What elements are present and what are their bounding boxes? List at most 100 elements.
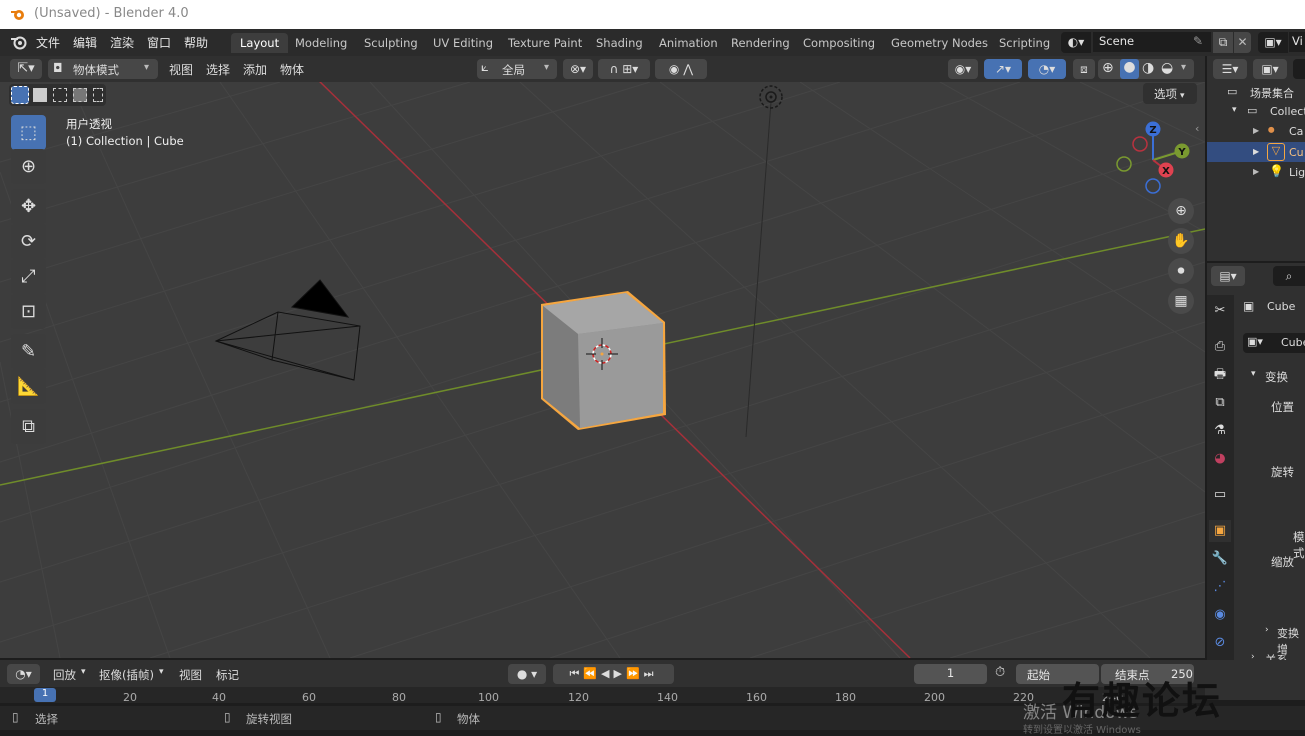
camera-view-icon[interactable]: ⏺ <box>1168 258 1194 284</box>
playback-controls[interactable]: ⏮⏪◀▶⏩⏭ <box>553 664 674 684</box>
select-extend-icon[interactable] <box>33 88 47 102</box>
tool-select-box[interactable]: ⬚ <box>11 115 46 150</box>
search-icon[interactable]: ⌕ <box>1273 266 1305 286</box>
viewport-menu-select[interactable]: 选择 <box>206 61 230 78</box>
select-mode-buttons[interactable] <box>9 84 106 106</box>
gizmo-toggle-icon[interactable]: ↗▾ <box>984 59 1022 79</box>
material-shading-icon[interactable]: ◑ <box>1142 60 1154 76</box>
navigation-gizmo[interactable]: Z Y X <box>1112 118 1194 200</box>
select-invert-icon[interactable] <box>73 88 87 102</box>
tool-rotate[interactable]: ⟳ <box>11 224 46 259</box>
pin-icon[interactable]: ✎ <box>1193 34 1203 48</box>
visibility-icon[interactable]: ◉▾ <box>948 59 978 79</box>
zoom-icon[interactable]: ⊕ <box>1168 198 1194 224</box>
viewport-menu-object[interactable]: 物体 <box>280 61 304 78</box>
transform-section[interactable]: 变换 <box>1265 369 1288 385</box>
scene-selector-icon[interactable]: ◐▾ <box>1061 32 1091 53</box>
modifier-properties-icon[interactable]: 🔧 <box>1209 548 1231 570</box>
collection-properties-icon[interactable]: ▭ <box>1209 484 1231 506</box>
expand-icon[interactable]: ▾ <box>1251 369 1256 379</box>
output-properties-icon[interactable]: 🖶 <box>1209 364 1231 386</box>
overlay-toggle-icon[interactable]: ◔▾ <box>1028 59 1066 79</box>
outliner-type-icon[interactable]: ☰▾ <box>1213 59 1247 79</box>
tab-animation[interactable]: Animation <box>650 33 727 53</box>
3d-viewport[interactable]: 用户透视 (1) Collection | Cube ⬚ ⊕ ✥ ⟳ ⤢ ⊡ ✎… <box>0 82 1205 658</box>
orientation-dropdown[interactable]: ⟀ 全局 ▾ <box>477 59 557 79</box>
viewlayer-field[interactable]: Vi <box>1289 32 1305 52</box>
timeline-view-menu[interactable]: 视图 <box>179 667 202 683</box>
select-new-icon[interactable] <box>11 86 29 104</box>
pan-hand-icon[interactable]: ✋ <box>1168 228 1194 254</box>
tab-shading[interactable]: Shading <box>587 33 652 53</box>
properties-type-icon[interactable]: ▤▾ <box>1211 266 1245 286</box>
timeline-type-icon[interactable]: ◔▾ <box>7 664 40 684</box>
pivot-point-icon[interactable]: ⊗▾ <box>563 59 593 79</box>
tool-add-cube[interactable]: ⧉ <box>11 409 46 444</box>
object-datablock-field[interactable]: ▣▾ Cube <box>1243 333 1305 353</box>
sidebar-toggle-icon[interactable]: ‹ <box>1195 122 1199 135</box>
tab-geometry-nodes[interactable]: Geometry Nodes <box>882 33 997 53</box>
tool-annotate[interactable]: ✎ <box>11 334 46 369</box>
expand-icon[interactable]: ▾ <box>1232 105 1237 115</box>
editor-type-icon[interactable]: ⇱▾ <box>10 59 42 79</box>
viewlayer-icon[interactable]: ▣▾ <box>1258 32 1288 53</box>
render-properties-icon[interactable]: ⎙ <box>1209 336 1231 358</box>
expand-icon[interactable]: ▶ <box>1253 167 1259 176</box>
rendered-shading-icon[interactable]: ◒ <box>1161 60 1173 76</box>
xray-icon[interactable]: ⧈ <box>1073 59 1095 79</box>
playhead[interactable]: 1 <box>34 688 56 702</box>
cube-object[interactable] <box>541 291 666 430</box>
playback-menu[interactable]: 回放 <box>53 667 76 683</box>
select-intersect-icon[interactable] <box>93 88 103 102</box>
menu-window[interactable]: 窗口 <box>147 34 171 51</box>
tab-rendering[interactable]: Rendering <box>722 33 799 53</box>
tool-scale[interactable]: ⤢ <box>11 259 46 294</box>
proportional-edit-icon[interactable]: ◉ ⋀ <box>655 59 707 79</box>
shading-modes[interactable]: ⊕ ● ◑ ◒ ▾ <box>1098 59 1194 79</box>
particles-icon[interactable]: ⋰ <box>1209 576 1231 598</box>
solid-shading-icon[interactable]: ● <box>1120 59 1139 79</box>
menu-render[interactable]: 渲染 <box>110 34 134 51</box>
outliner-item-light[interactable]: Lig <box>1289 166 1305 179</box>
stopwatch-icon[interactable]: ⏱ <box>995 665 1005 680</box>
physics-icon[interactable]: ◉ <box>1209 604 1231 626</box>
view-layer-icon[interactable]: ⧉ <box>1209 392 1231 414</box>
tab-scripting[interactable]: Scripting <box>990 33 1059 53</box>
blender-menu-icon[interactable] <box>10 35 27 50</box>
expand-icon[interactable]: ▶ <box>1253 147 1259 156</box>
markers-menu[interactable]: 标记 <box>216 667 239 683</box>
keying-menu[interactable]: 抠像(插帧) <box>99 667 154 683</box>
new-scene-icon[interactable]: ⧉ <box>1213 32 1233 53</box>
outliner-search-input[interactable] <box>1293 59 1305 79</box>
world-properties-icon[interactable]: ◕ <box>1209 448 1231 470</box>
tab-compositing[interactable]: Compositing <box>794 33 884 53</box>
tool-transform[interactable]: ⊡ <box>11 294 46 329</box>
tab-uv-editing[interactable]: UV Editing <box>424 33 502 53</box>
chevron-right-icon[interactable]: › <box>1265 625 1269 635</box>
constraints-icon[interactable]: ⊘ <box>1209 632 1231 654</box>
tab-sculpting[interactable]: Sculpting <box>355 33 427 53</box>
viewport-menu-add[interactable]: 添加 <box>243 61 267 78</box>
wireframe-shading-icon[interactable]: ⊕ <box>1102 60 1114 76</box>
scene-properties-icon[interactable]: ⚗ <box>1209 420 1231 442</box>
menu-edit[interactable]: 编辑 <box>73 34 97 51</box>
menu-help[interactable]: 帮助 <box>184 34 208 51</box>
display-mode-icon[interactable]: ▣▾ <box>1253 59 1287 79</box>
tool-settings-icon[interactable]: ✂ <box>1209 300 1231 322</box>
tool-move[interactable]: ✥ <box>11 189 46 224</box>
object-properties-icon[interactable]: ▣ <box>1209 520 1231 542</box>
collection-label[interactable]: Collect <box>1270 105 1305 118</box>
options-dropdown[interactable]: 选项 ▾ <box>1143 83 1197 104</box>
tab-layout[interactable]: Layout <box>231 33 289 53</box>
snap-icon[interactable]: ∩ ⊞▾ <box>598 59 650 79</box>
outliner-item-cube[interactable]: Cu <box>1289 146 1304 159</box>
expand-icon[interactable]: ▶ <box>1253 126 1259 135</box>
viewport-menu-view[interactable]: 视图 <box>169 61 193 78</box>
select-subtract-icon[interactable] <box>53 88 67 102</box>
tab-texture-paint[interactable]: Texture Paint <box>499 33 591 53</box>
mode-dropdown[interactable]: ◘ 物体模式 ▾ <box>48 59 158 79</box>
tool-cursor[interactable]: ⊕ <box>11 149 46 184</box>
outliner-item-camera[interactable]: Ca <box>1289 125 1303 138</box>
tab-modeling[interactable]: Modeling <box>286 33 356 53</box>
current-frame-field[interactable]: 1 <box>914 664 987 684</box>
